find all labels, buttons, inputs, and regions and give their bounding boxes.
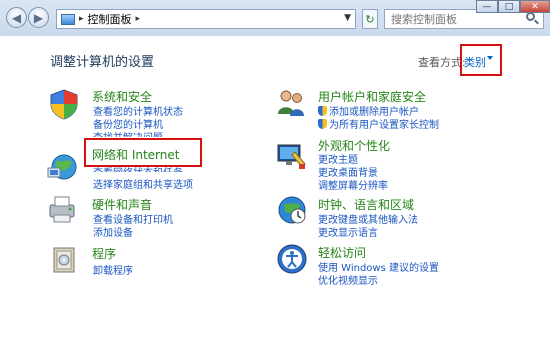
view-by-label: 查看方式: [418, 56, 466, 69]
printer-icon [49, 196, 75, 223]
highlight-box-view [460, 44, 502, 76]
breadcrumb-control-panel[interactable]: 控制面板 [88, 11, 132, 27]
minimize-button[interactable]: — [476, 0, 498, 13]
refresh-icon: ↻ [365, 12, 375, 26]
address-toolbar: ◀ ▶ ▸ 控制面板 ▸ ▼ ↻ — □ ✕ [0, 0, 550, 36]
uac-shield-icon [318, 106, 327, 116]
ease-of-access-icon [277, 244, 307, 274]
maximize-button[interactable]: □ [498, 0, 520, 13]
link-change-display-language[interactable]: 更改显示语言 [318, 224, 378, 239]
link-view-network-status[interactable]: 查看网络状态和任务 [93, 164, 183, 172]
link-homegroup-sharing[interactable]: 选择家庭组和共享选项 [93, 176, 193, 191]
clock-globe-icon [278, 196, 306, 224]
link-find-fix-problems[interactable]: 查找并解决问题 [93, 129, 163, 137]
programs-disc-icon [53, 247, 75, 273]
network-globe-icon [47, 154, 77, 180]
address-bar[interactable]: ▸ 控制面板 ▸ ▼ [56, 9, 356, 29]
forward-button[interactable]: ▶ [28, 7, 49, 28]
category-network-internet[interactable]: 网络和 Internet [92, 146, 179, 163]
link-add-device[interactable]: 添加设备 [93, 224, 133, 239]
shield-icon [50, 89, 78, 120]
link-optimize-display[interactable]: 优化视频显示 [318, 272, 378, 287]
category-programs[interactable]: 程序 [92, 245, 116, 262]
refresh-button[interactable]: ↻ [362, 9, 378, 29]
breadcrumb-separator-icon: ▸ [79, 14, 84, 24]
window-controls: — □ ✕ [476, 0, 550, 13]
link-text: 为所有用户设置家长控制 [329, 120, 439, 131]
link-adjust-resolution[interactable]: 调整屏幕分辨率 [318, 177, 388, 192]
forward-arrow-icon: ▶ [33, 10, 44, 25]
back-arrow-icon: ◀ [11, 10, 22, 25]
close-button[interactable]: ✕ [520, 0, 550, 13]
breadcrumb-separator-icon: ▸ [135, 14, 141, 24]
search-icon[interactable] [526, 12, 535, 21]
users-icon [278, 90, 304, 116]
address-dropdown-icon[interactable]: ▼ [344, 13, 351, 23]
page-title: 调整计算机的设置 [50, 55, 155, 70]
control-panel-icon [61, 13, 75, 25]
back-button[interactable]: ◀ [6, 7, 27, 28]
link-parental-controls[interactable]: 为所有用户设置家长控制 [318, 116, 439, 131]
uac-shield-icon [318, 119, 327, 129]
link-uninstall-program[interactable]: 卸载程序 [93, 262, 133, 277]
monitor-paint-icon [277, 144, 306, 169]
